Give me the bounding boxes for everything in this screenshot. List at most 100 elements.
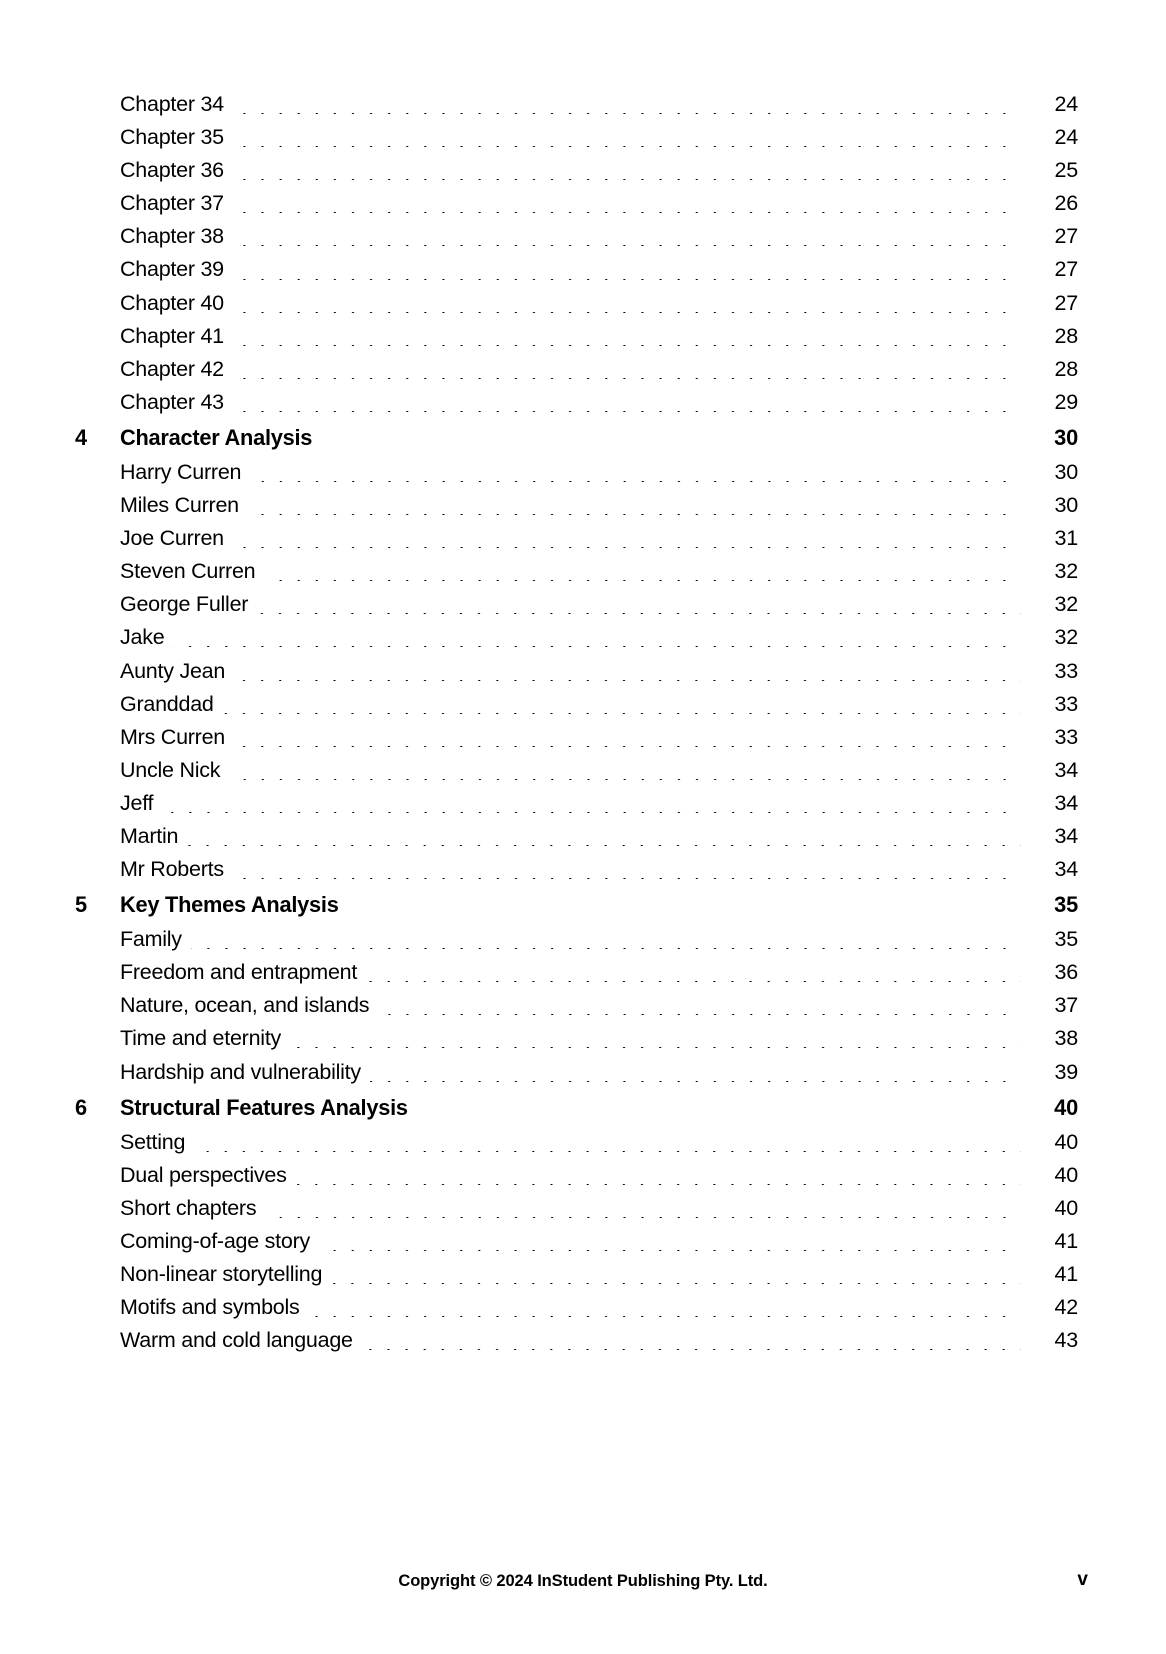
toc-entry-row[interactable]: Mr Roberts 34: [75, 857, 1078, 890]
toc-page-number: 34: [1054, 823, 1078, 848]
toc-entry-title: Chapter 43: [120, 389, 224, 414]
toc-entry-row[interactable]: Chapter 36 25: [75, 158, 1078, 191]
toc-entry-title: Mr Roberts: [120, 857, 224, 882]
dot-leader: [265, 1216, 1021, 1218]
toc-page-number: 28: [1054, 323, 1078, 348]
toc-entry-row[interactable]: Time and eternity 38: [75, 1026, 1078, 1059]
dot-leader: [232, 878, 1021, 880]
toc-section-row[interactable]: 5 Key Themes Analysis 35: [75, 892, 1078, 927]
toc-entry-row[interactable]: Dual perspectives 40: [75, 1163, 1078, 1196]
toc-entry-row[interactable]: Mrs Curren 33: [75, 725, 1078, 758]
toc-section-title: Structural Features Analysis: [120, 1094, 408, 1120]
toc-entry-row[interactable]: Chapter 38 27: [75, 224, 1078, 257]
dot-leader: [229, 778, 1021, 780]
toc-entry-title: Chapter 36: [120, 158, 224, 183]
toc-section-row[interactable]: 6 Structural Features Analysis 40: [75, 1095, 1078, 1130]
toc-entry-row[interactable]: Chapter 39 27: [75, 257, 1078, 290]
toc-entry-row[interactable]: Chapter 41 28: [75, 324, 1078, 357]
toc-entry-row[interactable]: Short chapters 40: [75, 1196, 1078, 1229]
dot-leader: [234, 745, 1021, 747]
toc-page-number: 37: [1054, 993, 1078, 1018]
toc-page-number: 27: [1054, 224, 1078, 249]
toc-page-number: 27: [1054, 290, 1078, 315]
toc-entry-row[interactable]: Hardship and vulnerability 39: [75, 1060, 1078, 1093]
toc-page-number: 42: [1054, 1295, 1078, 1320]
toc-entry-row[interactable]: Warm and cold language 43: [75, 1328, 1078, 1361]
toc-entry-row[interactable]: Chapter 35 24: [75, 125, 1078, 158]
dot-leader: [173, 646, 1021, 648]
dot-leader: [369, 1080, 1021, 1082]
toc-entry-row[interactable]: George Fuller 32: [75, 592, 1078, 625]
dot-leader: [232, 547, 1021, 549]
toc-page-number: 27: [1054, 257, 1078, 282]
dot-leader: [232, 113, 1021, 115]
dot-leader: [232, 311, 1021, 313]
dot-leader: [232, 344, 1021, 346]
table-of-contents-page: Chapter 34 24 Chapter 35 24 Chapter 36 25 Chap…: [0, 0, 1166, 1654]
toc-entry-title: Martin: [120, 823, 179, 848]
toc-entry-row[interactable]: Nature, ocean, and islands 37: [75, 993, 1078, 1026]
toc-page-number: 24: [1054, 125, 1078, 150]
toc-entry-row[interactable]: Martin 34: [75, 824, 1078, 857]
toc-entry-title: Non-linear storytelling: [120, 1262, 323, 1286]
toc-section-number: 5: [75, 892, 87, 918]
toc-entry-title: Hardship and vulnerability: [120, 1059, 361, 1084]
dot-leader: [361, 1349, 1021, 1351]
dot-leader: [232, 377, 1021, 379]
toc-entry-title: Motifs and symbols: [120, 1295, 300, 1320]
dot-leader: [417, 1117, 1021, 1118]
dot-leader: [187, 845, 1021, 847]
toc-entry-title: Coming-of-age story: [120, 1228, 311, 1253]
toc-entry-title: Nature, ocean, and islands: [120, 993, 370, 1018]
toc-page-number: 33: [1054, 724, 1078, 749]
toc-section-number: 6: [75, 1094, 87, 1120]
toc-entry-row[interactable]: Aunty Jean 33: [75, 659, 1078, 692]
toc-entry-title: Chapter 41: [120, 323, 224, 348]
toc-entry-title: Uncle Nick: [120, 757, 221, 782]
toc-entry-title: Miles Curren: [120, 493, 239, 518]
toc-entry-row[interactable]: Setting 40: [75, 1130, 1078, 1163]
dot-leader: [348, 914, 1021, 915]
toc-entry-row[interactable]: Coming-of-age story 41: [75, 1229, 1078, 1262]
toc-entry-row[interactable]: Harry Curren 30: [75, 460, 1078, 493]
toc-page-number: 35: [1054, 927, 1078, 952]
toc-page-number: 30: [1054, 459, 1078, 484]
toc-entry-title: Jake: [120, 625, 165, 650]
toc-page-number: 25: [1054, 158, 1078, 183]
dot-leader: [234, 679, 1021, 681]
toc-page-number: 30: [1054, 424, 1078, 450]
toc-entry-title: Steven Curren: [120, 559, 256, 584]
toc-entry-row[interactable]: Freedom and entrapment 36: [75, 960, 1078, 993]
toc-entry-row[interactable]: Jeff 34: [75, 791, 1078, 824]
toc-entry-row[interactable]: Chapter 37 26: [75, 191, 1078, 224]
toc-entry-title: Freedom and entrapment: [120, 960, 358, 985]
dot-leader: [232, 245, 1021, 247]
toc-entry-row[interactable]: Motifs and symbols 42: [75, 1295, 1078, 1328]
dot-leader: [290, 1047, 1021, 1049]
dot-leader: [194, 1150, 1021, 1152]
toc-entry-row[interactable]: Miles Curren 30: [75, 493, 1078, 526]
toc-entry-row[interactable]: Chapter 43 29: [75, 390, 1078, 423]
toc-section-row[interactable]: 4 Character Analysis 30: [75, 425, 1078, 460]
dot-leader: [295, 1183, 1021, 1185]
toc-page-number: 40: [1054, 1162, 1078, 1187]
toc-page-number: 32: [1054, 625, 1078, 650]
toc-entry-row[interactable]: Steven Curren 32: [75, 559, 1078, 592]
toc-entry-title: Warm and cold language: [120, 1328, 353, 1353]
toc-entry-row[interactable]: Chapter 42 28: [75, 357, 1078, 390]
page-number: v: [1077, 1569, 1088, 1590]
toc-entry-row[interactable]: Non-linear storytelling 41: [75, 1262, 1078, 1295]
dot-leader: [319, 1249, 1021, 1251]
dot-leader: [162, 811, 1021, 813]
toc-entry-title: Setting: [120, 1129, 186, 1154]
toc-entry-row[interactable]: Chapter 34 24: [75, 92, 1078, 125]
toc-entry-row[interactable]: Granddad 33: [75, 692, 1078, 725]
toc-page-number: 32: [1054, 559, 1078, 584]
toc-entry-row[interactable]: Uncle Nick 34: [75, 758, 1078, 791]
toc-entry-title: Joe Curren: [120, 526, 224, 551]
toc-entry-row[interactable]: Family 35: [75, 927, 1078, 960]
toc-entry-row[interactable]: Joe Curren 31: [75, 526, 1078, 559]
toc-entry-row[interactable]: Jake 32: [75, 625, 1078, 658]
toc-page-number: 39: [1054, 1059, 1078, 1084]
toc-entry-row[interactable]: Chapter 40 27: [75, 291, 1078, 324]
